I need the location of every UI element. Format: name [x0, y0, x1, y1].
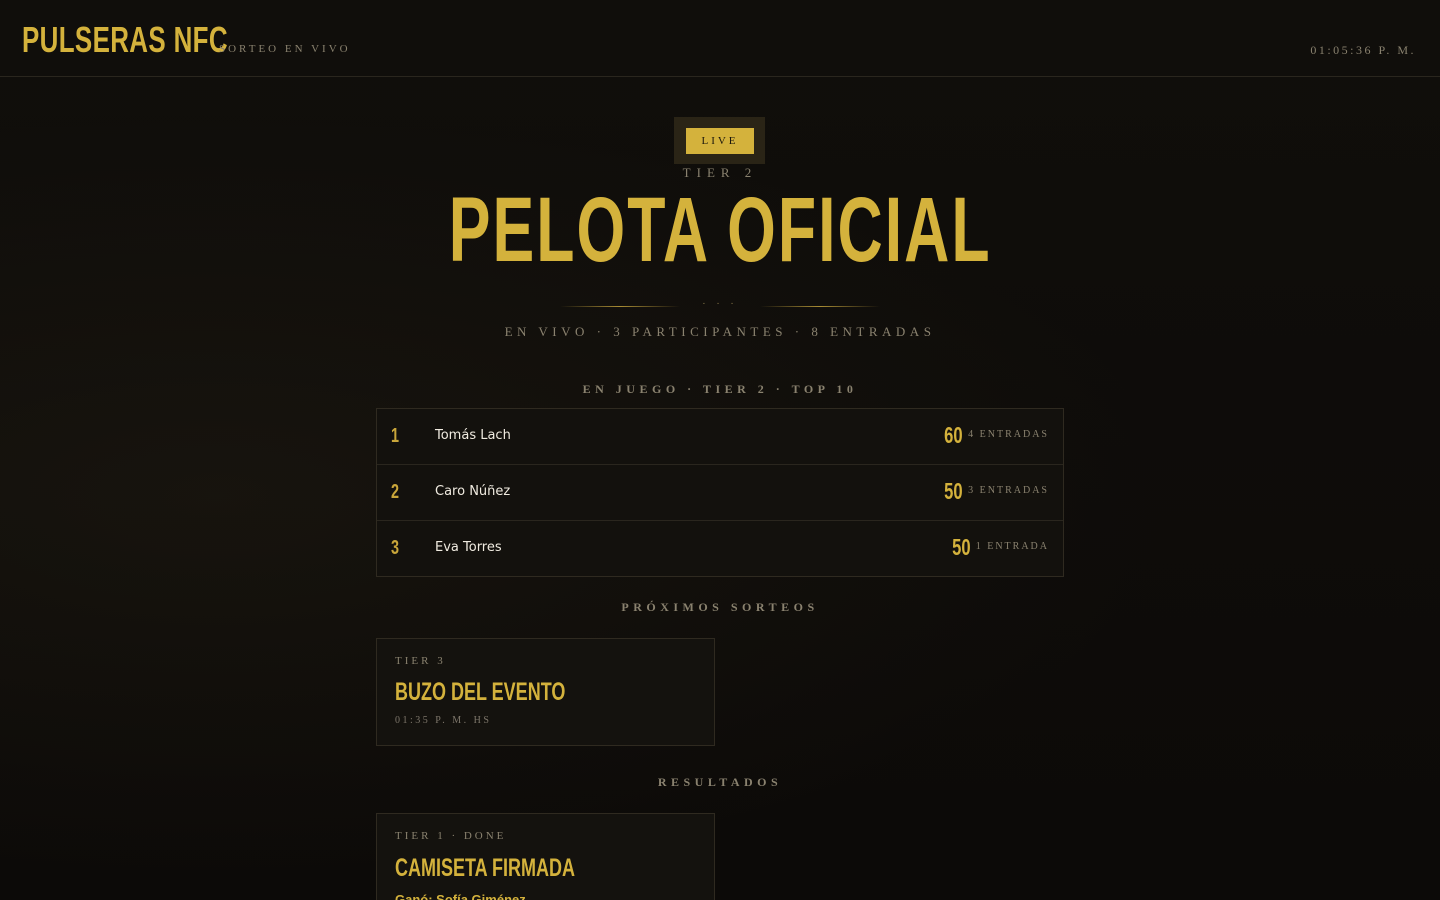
- card-prize-name: CAMISETA FIRMADA: [395, 854, 575, 882]
- leaderboard-row: 1 Tomás Lach 60 4 ENTRADAS: [377, 409, 1063, 465]
- upcoming-title: PRÓXIMOS SORTEOS: [621, 600, 819, 614]
- card-time: 01:35 P. M. HS: [395, 715, 492, 726]
- draw-meta: EN VIVO · 3 PARTICIPANTES · 8 ENTRADAS: [504, 324, 936, 339]
- upcoming-draw-card[interactable]: TIER 3 BUZO DEL EVENTO 01:35 P. M. HS: [376, 638, 715, 746]
- header-subtitle: SORTEO EN VIVO: [219, 43, 351, 55]
- divider-line-right: [760, 306, 880, 307]
- participant-score: 60: [944, 422, 963, 448]
- entries-count: 1 ENTRADA: [975, 541, 1049, 552]
- participant-name: Caro Núñez: [435, 484, 511, 499]
- participant-score: 50: [952, 534, 971, 560]
- prize-title: PELOTA OFICIAL: [0, 180, 1440, 280]
- entries-count: 4 ENTRADAS: [968, 429, 1049, 440]
- card-winner: Ganó: Sofía Giménez: [395, 892, 526, 900]
- participant-name: Eva Torres: [435, 540, 502, 555]
- rank-number: 3: [391, 537, 400, 559]
- card-prize-name: BUZO DEL EVENTO: [395, 678, 566, 706]
- clock: 01:05:36 P. M.: [1310, 43, 1416, 57]
- brand-logo[interactable]: PULSERAS NFC: [22, 20, 228, 60]
- results-title: RESULTADOS: [657, 775, 783, 789]
- result-card[interactable]: TIER 1 · DONE CAMISETA FIRMADA Ganó: Sof…: [376, 813, 715, 900]
- card-tier: TIER 1 · DONE: [395, 830, 507, 842]
- ornament-divider: · · ·: [560, 298, 880, 312]
- rank-number: 1: [391, 425, 400, 447]
- leaderboard-title: EN JUEGO · TIER 2 · TOP 10: [582, 382, 858, 396]
- divider-dots: · · ·: [702, 298, 738, 309]
- leaderboard-row: 2 Caro Núñez 50 3 ENTRADAS: [377, 465, 1063, 521]
- participant-name: Tomás Lach: [435, 428, 511, 443]
- participant-score: 50: [944, 478, 963, 504]
- top-header: PULSERAS NFC SORTEO EN VIVO 01:05:36 P. …: [0, 0, 1440, 77]
- leaderboard-row: 3 Eva Torres 50 1 ENTRADA: [377, 521, 1063, 576]
- card-tier: TIER 3: [395, 655, 446, 667]
- live-badge-frame: LIVE: [674, 117, 765, 164]
- leaderboard: 1 Tomás Lach 60 4 ENTRADAS 2 Caro Núñez …: [376, 408, 1064, 577]
- entries-count: 3 ENTRADAS: [968, 485, 1049, 496]
- live-badge: LIVE: [686, 128, 754, 154]
- prize-title-text: PELOTA OFICIAL: [448, 179, 992, 281]
- rank-number: 2: [391, 481, 400, 503]
